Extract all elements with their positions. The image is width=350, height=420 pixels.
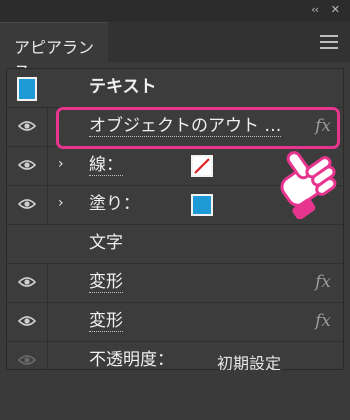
visibility-toggle[interactable] <box>7 303 48 341</box>
text-thumbnail-icon <box>17 77 37 101</box>
eye-icon <box>18 121 36 131</box>
visibility-toggle[interactable] <box>7 264 48 302</box>
stroke-label[interactable]: 線： <box>89 155 123 176</box>
eye-icon <box>18 316 36 326</box>
transform-label[interactable]: 変形 <box>89 272 123 293</box>
fill-label[interactable]: 塗り： <box>89 194 140 214</box>
fx-icon[interactable]: fx <box>315 311 331 331</box>
characters-label[interactable]: 文字 <box>89 233 123 253</box>
list-item-header[interactable]: テキスト <box>7 69 343 108</box>
hamburger-icon[interactable] <box>320 35 338 49</box>
close-icon[interactable]: ✕ <box>331 3 340 16</box>
stroke-none-swatch-icon[interactable] <box>191 155 213 177</box>
list-item-transform[interactable]: 変形 fx <box>7 303 343 342</box>
eye-icon <box>18 355 36 365</box>
eye-icon <box>18 160 36 170</box>
collapse-icon[interactable]: ‹‹ <box>311 3 319 16</box>
chevron-right-icon: › <box>58 195 64 211</box>
opacity-label[interactable]: 不透明度： <box>89 350 174 371</box>
expand-toggle[interactable]: › <box>48 186 78 224</box>
panel-footer <box>0 370 350 420</box>
eye-icon <box>18 199 36 209</box>
tab-bar: アピアランス <box>0 22 350 81</box>
fx-icon[interactable]: fx <box>315 272 331 292</box>
visibility-toggle[interactable] <box>7 186 48 224</box>
visibility-toggle[interactable] <box>7 108 48 146</box>
chevron-right-icon: › <box>58 156 64 172</box>
list-item-transform[interactable]: 変形 fx <box>7 264 343 303</box>
tab-appearance[interactable]: アピアランス <box>0 22 108 81</box>
transform-label[interactable]: 変形 <box>89 311 123 332</box>
eye-icon <box>18 277 36 287</box>
list-item-characters[interactable]: 文字 <box>7 225 343 264</box>
pointing-hand-icon <box>280 151 337 219</box>
header-label: テキスト <box>89 77 157 97</box>
fill-swatch-icon[interactable] <box>191 194 213 216</box>
visibility-toggle[interactable] <box>7 147 48 185</box>
panel-title-bar: ‹‹ ✕ <box>0 0 350 22</box>
expand-toggle[interactable]: › <box>48 147 78 185</box>
